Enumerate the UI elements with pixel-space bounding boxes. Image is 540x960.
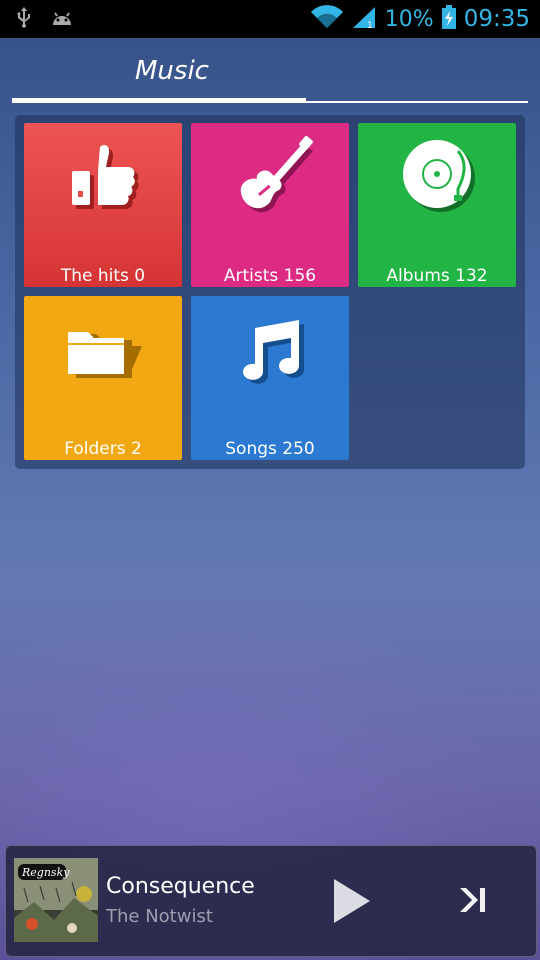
clock: 09:35: [463, 6, 530, 32]
guitar-icon: [225, 133, 315, 223]
svg-text:1: 1: [367, 21, 373, 29]
track-title: Consequence: [106, 874, 255, 899]
status-bar: 1 10% 09:35: [0, 0, 540, 38]
tile-the-hits[interactable]: The hits 0: [24, 123, 182, 287]
battery-percentage: 10%: [384, 6, 434, 32]
tile-label: Albums 132: [386, 266, 488, 286]
thumbs-up-icon: [58, 133, 148, 223]
now-playing-bar[interactable]: Regnsky Consequence The Notwist: [5, 845, 537, 957]
skip-next-icon: [458, 888, 488, 920]
tile-label: Folders 2: [64, 439, 142, 459]
tile-label: The hits 0: [60, 266, 146, 286]
skip-next-button[interactable]: [458, 884, 488, 916]
album-art-lettering: Regnsky: [21, 866, 70, 879]
signal-icon: 1: [351, 5, 377, 34]
tab-bar: Music: [12, 38, 528, 108]
tile-folders[interactable]: Folders 2: [24, 296, 182, 460]
tile-songs[interactable]: Songs 250: [191, 296, 349, 460]
track-artist: The Notwist: [106, 906, 213, 927]
tile-label: Songs 250: [225, 439, 315, 459]
tab-divider: [306, 101, 528, 103]
tile-artists[interactable]: Artists 156: [191, 123, 349, 287]
folder-icon: [58, 306, 148, 396]
turntable-icon: [392, 133, 482, 223]
tile-label: Artists 156: [223, 266, 317, 286]
usb-icon: [16, 6, 32, 33]
tab-selected-indicator: [12, 98, 306, 103]
wifi-icon: [310, 4, 343, 34]
android-debug-icon: [50, 7, 74, 32]
play-button[interactable]: [332, 878, 372, 924]
category-grid: The hits 0 Artists 156 Albums 132 Folder…: [15, 115, 525, 469]
album-art[interactable]: Regnsky: [14, 858, 98, 942]
play-icon: [332, 879, 372, 928]
music-note-icon: [225, 306, 315, 396]
tile-albums[interactable]: Albums 132: [358, 123, 516, 287]
tab-music[interactable]: Music: [122, 56, 222, 86]
battery-charging-icon: [441, 4, 456, 34]
